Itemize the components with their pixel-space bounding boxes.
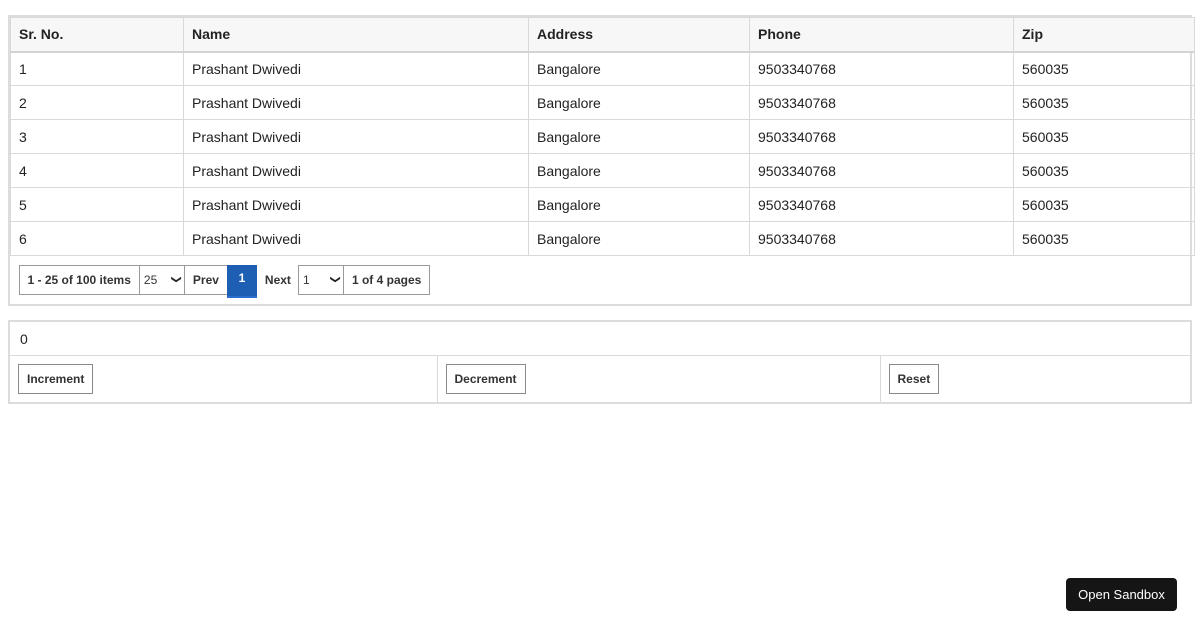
table-row: 4 Prashant Dwivedi Bangalore 9503340768 … — [10, 153, 1195, 188]
chevron-down-icon: ❯ — [329, 275, 341, 284]
cell-zip: 560035 — [1013, 153, 1195, 188]
cell-name: Prashant Dwivedi — [183, 187, 529, 222]
next-button[interactable]: Next — [257, 265, 299, 295]
column-header-phone[interactable]: Phone — [749, 17, 1014, 53]
counter-value: 0 — [10, 322, 1190, 356]
pager-row: 1 - 25 of 100 items 25 ❯ Prev 1 Next 1 ❯… — [10, 255, 1195, 304]
prev-button[interactable]: Prev — [183, 264, 228, 295]
cell-phone: 9503340768 — [749, 51, 1014, 86]
page-size-value: 25 — [143, 272, 158, 287]
cell-sr-no: 5 — [10, 187, 184, 222]
counter-panel: 0 Increment Decrement Reset — [8, 320, 1192, 404]
column-header-zip[interactable]: Zip — [1013, 17, 1195, 53]
cell-address: Bangalore — [528, 187, 750, 222]
cell-address: Bangalore — [528, 153, 750, 188]
chevron-down-icon: ❯ — [170, 275, 182, 284]
increment-button[interactable]: Increment — [18, 364, 94, 394]
column-header-name[interactable]: Name — [183, 17, 529, 53]
cell-phone: 9503340768 — [749, 85, 1014, 120]
items-info: 1 - 25 of 100 items — [18, 264, 140, 295]
data-grid: Sr. No. Name Address Phone Zip 1 Prashan… — [8, 15, 1195, 306]
table-row: 1 Prashant Dwivedi Bangalore 9503340768 … — [10, 51, 1195, 86]
table-row: 5 Prashant Dwivedi Bangalore 9503340768 … — [10, 187, 1195, 222]
cell-zip: 560035 — [1013, 85, 1195, 120]
cell-name: Prashant Dwivedi — [183, 51, 529, 86]
column-header-address[interactable]: Address — [528, 17, 750, 53]
cell-name: Prashant Dwivedi — [183, 153, 529, 188]
cell-zip: 560035 — [1013, 221, 1195, 256]
cell-address: Bangalore — [528, 119, 750, 154]
table-row: 6 Prashant Dwivedi Bangalore 9503340768 … — [10, 221, 1195, 256]
page-size-select[interactable]: 25 ❯ — [138, 264, 185, 295]
counter-button-table: Increment Decrement Reset — [10, 356, 1190, 402]
table-row: 2 Prashant Dwivedi Bangalore 9503340768 … — [10, 85, 1195, 120]
decrement-button[interactable]: Decrement — [445, 364, 526, 394]
table-header-row: Sr. No. Name Address Phone Zip — [10, 17, 1195, 53]
cell-zip: 560035 — [1013, 51, 1195, 86]
cell-phone: 9503340768 — [749, 187, 1014, 222]
page-select[interactable]: 1 ❯ — [297, 264, 344, 295]
current-page-button[interactable]: 1 — [226, 264, 257, 298]
table-row: 3 Prashant Dwivedi Bangalore 9503340768 … — [10, 119, 1195, 154]
cell-sr-no: 2 — [10, 85, 184, 120]
page-select-value: 1 — [302, 272, 310, 287]
cell-phone: 9503340768 — [749, 119, 1014, 154]
column-header-sr-no[interactable]: Sr. No. — [10, 17, 184, 53]
cell-zip: 560035 — [1013, 187, 1195, 222]
data-table: Sr. No. Name Address Phone Zip 1 Prashan… — [10, 17, 1195, 304]
reset-button[interactable]: Reset — [888, 364, 940, 394]
cell-address: Bangalore — [528, 51, 750, 86]
cell-name: Prashant Dwivedi — [183, 221, 529, 256]
cell-sr-no: 3 — [10, 119, 184, 154]
cell-zip: 560035 — [1013, 119, 1195, 154]
cell-phone: 9503340768 — [749, 221, 1014, 256]
cell-sr-no: 1 — [10, 51, 184, 86]
open-sandbox-button[interactable]: Open Sandbox — [1066, 578, 1177, 611]
cell-sr-no: 6 — [10, 221, 184, 256]
cell-address: Bangalore — [528, 221, 750, 256]
cell-name: Prashant Dwivedi — [183, 119, 529, 154]
cell-address: Bangalore — [528, 85, 750, 120]
pager: 1 - 25 of 100 items 25 ❯ Prev 1 Next 1 ❯… — [18, 264, 1187, 298]
cell-phone: 9503340768 — [749, 153, 1014, 188]
pages-info: 1 of 4 pages — [342, 264, 431, 295]
cell-sr-no: 4 — [10, 153, 184, 188]
cell-name: Prashant Dwivedi — [183, 85, 529, 120]
counter-button-row: Increment Decrement Reset — [10, 356, 1190, 402]
